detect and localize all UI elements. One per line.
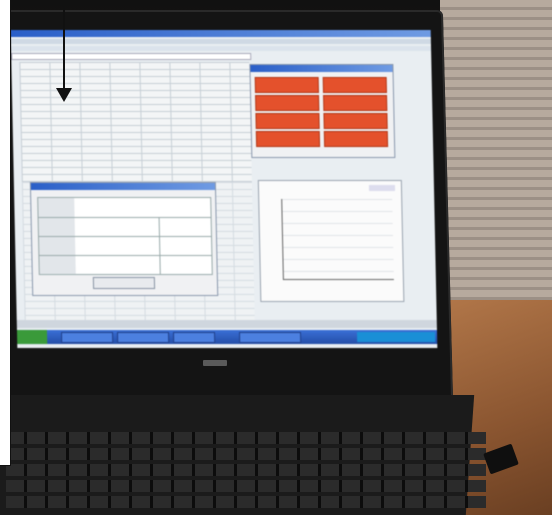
- dialog-table: [37, 197, 213, 275]
- control-button-8[interactable]: [323, 131, 389, 147]
- dialog-window: [29, 182, 219, 296]
- annotation-arrow-line: [63, 0, 65, 90]
- dialog-titlebar: [30, 183, 216, 190]
- laptop-brand-logo: [195, 358, 235, 368]
- laptop-screen: [10, 30, 438, 348]
- wall-blinds: [440, 0, 552, 330]
- toolbar-row-1: [10, 39, 431, 44]
- control-button-5[interactable]: [255, 113, 320, 129]
- key-row-2: [6, 448, 486, 460]
- keyboard: [6, 432, 486, 515]
- taskbar-item-3[interactable]: [172, 332, 216, 343]
- control-button-7[interactable]: [255, 131, 321, 147]
- taskbar: [16, 330, 438, 344]
- key-row-4: [6, 480, 486, 492]
- annotation-arrow-head: [56, 88, 72, 102]
- start-button[interactable]: [16, 330, 48, 344]
- taskbar-item-2[interactable]: [116, 332, 170, 343]
- chart-frame: [257, 180, 405, 302]
- annotation-frame: [0, 0, 11, 466]
- control-panel: [249, 64, 396, 158]
- main-window-titlebar: [10, 30, 431, 37]
- control-button-4[interactable]: [323, 95, 388, 111]
- control-button-6[interactable]: [323, 113, 388, 129]
- key-row-1: [6, 432, 486, 444]
- control-button-1[interactable]: [254, 77, 319, 93]
- control-panel-titlebar: [250, 65, 393, 72]
- taskbar-item-4[interactable]: [238, 332, 302, 343]
- key-row-3: [6, 464, 486, 476]
- spreadsheet-grid: [19, 62, 252, 182]
- toolbar-row-2: [11, 46, 432, 51]
- system-tray: [356, 332, 436, 342]
- chart-legend: [368, 185, 396, 191]
- dialog-ok-button[interactable]: [92, 277, 156, 289]
- taskbar-item-1[interactable]: [60, 332, 114, 343]
- key-row-5: [6, 496, 486, 508]
- control-button-2[interactable]: [322, 77, 387, 93]
- chart-plot-area: [281, 199, 394, 280]
- control-button-3[interactable]: [255, 95, 320, 111]
- sheet-tabs-bar: [16, 320, 437, 328]
- formula-bar: [11, 53, 252, 60]
